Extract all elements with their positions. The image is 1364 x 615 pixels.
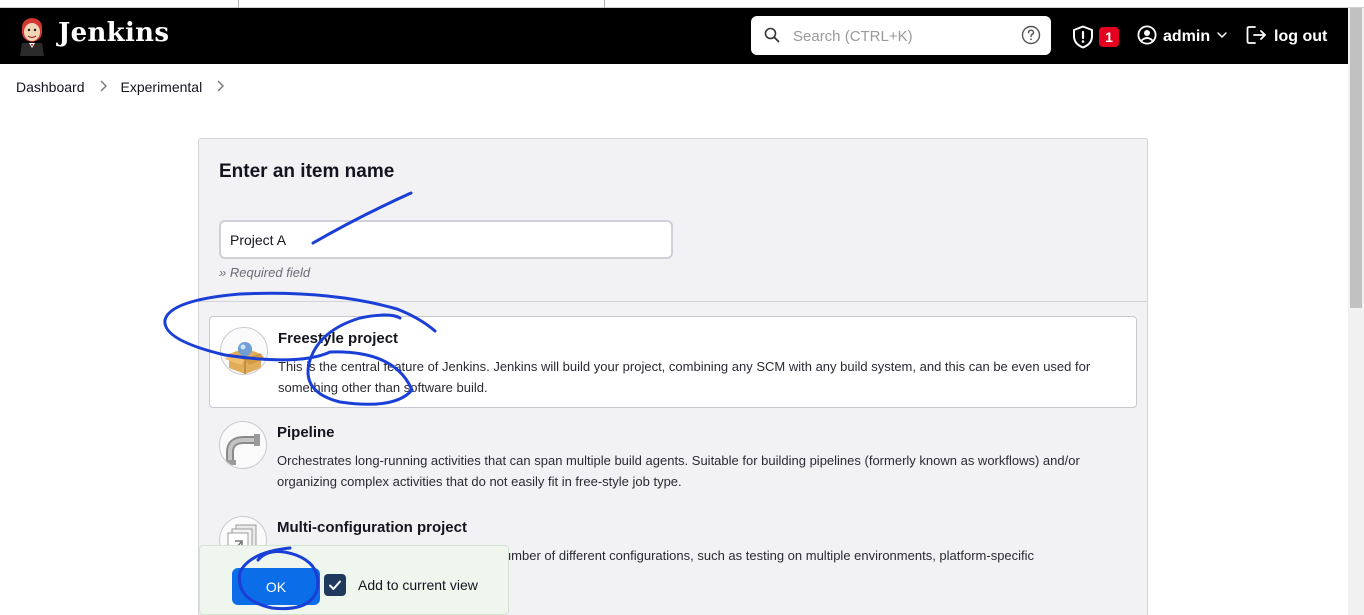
item-type-title: Freestyle project: [278, 330, 399, 347]
breadcrumb-dashboard[interactable]: Dashboard: [16, 79, 85, 95]
freestyle-project-icon: [220, 327, 268, 375]
brand-name[interactable]: Jenkins: [58, 18, 169, 48]
alert-count-badge[interactable]: 1: [1099, 27, 1119, 47]
ok-button[interactable]: OK: [232, 568, 320, 605]
add-to-view-checkbox[interactable]: [324, 574, 346, 596]
form-footer: OK Add to current view: [199, 545, 509, 615]
logout-link[interactable]: log out: [1246, 25, 1327, 49]
item-type-description: Orchestrates long-running activities tha…: [277, 453, 1080, 489]
checkmark-icon: [329, 580, 341, 590]
search-input[interactable]: [793, 24, 1003, 48]
user-menu[interactable]: admin: [1137, 24, 1228, 50]
item-type-freestyle[interactable]: Freestyle project This is the central fe…: [209, 316, 1137, 408]
section-divider: [199, 301, 1147, 302]
user-name[interactable]: admin: [1163, 28, 1210, 46]
user-avatar-icon: [1137, 24, 1157, 50]
page-title: Enter an item name: [219, 161, 395, 182]
browser-top-strip: [0, 0, 1364, 8]
help-icon[interactable]: [1021, 25, 1041, 50]
add-to-view-label[interactable]: Add to current view: [358, 577, 478, 593]
item-type-pipeline[interactable]: Pipeline Orchestrates long-running activ…: [209, 411, 1137, 503]
logout-icon: [1246, 25, 1268, 50]
jenkins-logo-icon[interactable]: [16, 16, 48, 56]
item-type-title: Multi-configuration project: [277, 519, 467, 536]
logout-label[interactable]: log out: [1274, 28, 1327, 46]
chevron-right-icon[interactable]: [216, 79, 225, 95]
chevron-down-icon[interactable]: [1216, 28, 1228, 46]
scrollbar-thumb[interactable]: [1350, 8, 1362, 308]
item-name-input[interactable]: [219, 220, 673, 259]
pipeline-icon: [219, 421, 267, 469]
search-icon: [764, 27, 780, 48]
item-type-title: Pipeline: [277, 424, 335, 441]
new-item-panel: Enter an item name » Required field Free…: [198, 138, 1148, 615]
page-scrollbar[interactable]: [1348, 8, 1364, 615]
required-field-note: » Required field: [219, 265, 311, 280]
search-box[interactable]: [751, 16, 1051, 55]
top-header: Jenkins 1: [0, 8, 1348, 64]
breadcrumb-experimental[interactable]: Experimental: [121, 79, 203, 95]
security-shield-icon[interactable]: [1072, 25, 1094, 54]
item-type-description: This is the central feature of Jenkins. …: [278, 359, 1091, 395]
breadcrumb: Dashboard Experimental: [16, 79, 238, 95]
chevron-right-icon[interactable]: [99, 79, 107, 95]
